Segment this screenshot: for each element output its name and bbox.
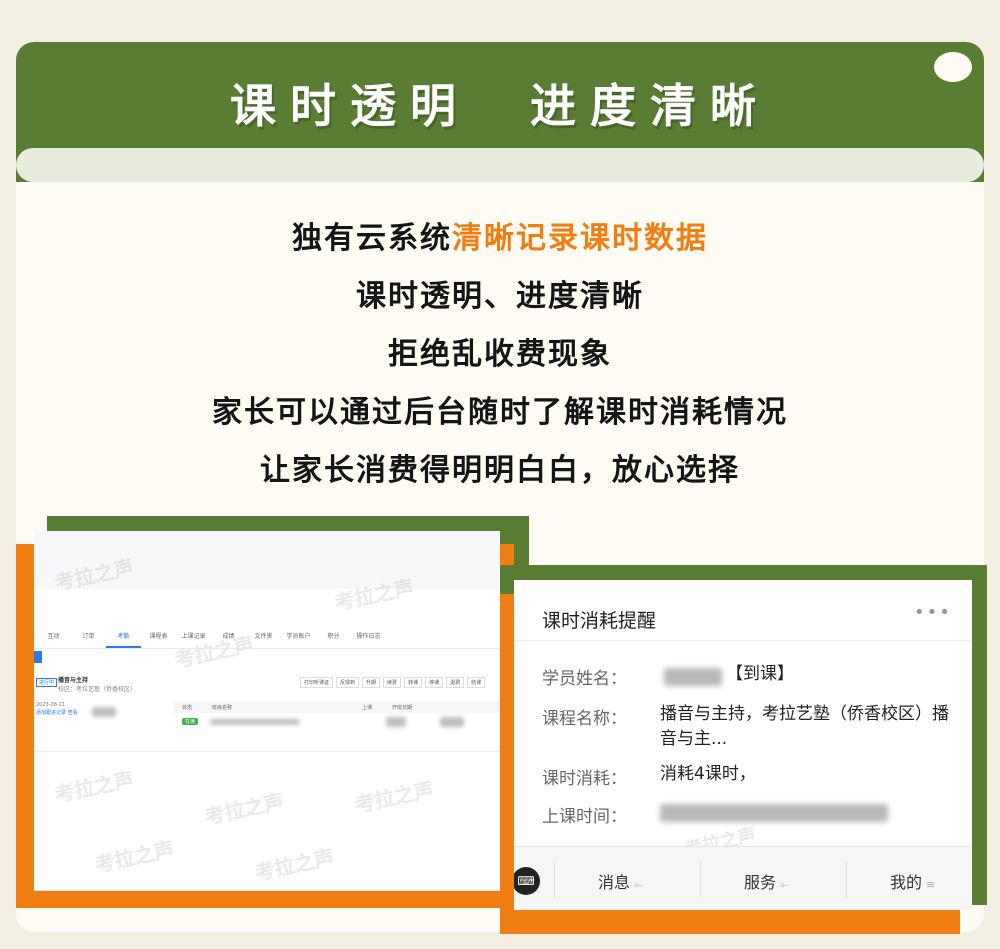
link-icon: ⟜: [634, 878, 643, 891]
bottom-tab-bar: ⌨ 消息 ⟜ 服务 ⟜ 我的 ≡: [514, 846, 972, 910]
header-underline-pill: [16, 148, 984, 182]
intro-line-3: 拒绝乱收费现象: [388, 337, 612, 372]
notice-screenshot: 考拉之声 考拉之声 课时消耗提醒 ••• 学员姓名： 【到课】 课程名称： 播音…: [514, 580, 972, 910]
status-badge: 进行中: [36, 678, 58, 687]
admin-tab[interactable]: 文件夹: [246, 631, 281, 648]
tab-services-label: 服务: [744, 873, 777, 892]
divider: [34, 751, 500, 752]
course-title: 播音与主持: [58, 677, 89, 684]
divider: [514, 640, 972, 641]
intro-line-1-prefix: 独有云系统: [292, 221, 452, 256]
intro-line-2: 课时透明、进度清晰: [356, 279, 644, 314]
blurred-class-time: [660, 804, 888, 822]
intro-text: 独有云系统清晰记录课时数据 课时透明、进度清晰 拒绝乱收费现象 家长可以通过后台…: [16, 210, 984, 500]
tab-messages-label: 消息: [598, 873, 631, 892]
watermark: 考拉之声: [202, 788, 286, 830]
tab-divider: [700, 861, 701, 897]
action-button[interactable]: 反馈到: [336, 677, 360, 688]
action-button[interactable]: 停课: [425, 677, 444, 688]
watermark: 考拉之声: [52, 766, 136, 808]
view-link[interactable]: 查看: [68, 710, 78, 716]
tab-messages[interactable]: 消息 ⟜: [598, 869, 643, 893]
keyboard-icon[interactable]: ⌨: [514, 867, 540, 895]
blurred-class-name: [210, 719, 300, 725]
student-name-label: 学员姓名：: [542, 669, 627, 689]
column-header: 状态: [182, 704, 193, 711]
tab-services[interactable]: 服务 ⟜: [744, 869, 789, 893]
menu-icon: ≡: [926, 878, 936, 891]
action-button[interactable]: 退费: [446, 677, 465, 688]
admin-screenshot: 考拉之声 考拉之声 考拉之声 考拉之声 考拉之声 考拉之声 考拉之声 考拉之声 …: [34, 531, 500, 891]
admin-tabs: 互动 订单 考勤 课程表 上课记录 成绩 文件夹 学员账户 积分 操作日志: [34, 631, 500, 649]
consume-value: 消耗4课时，: [660, 764, 756, 784]
blurred-cell: [386, 717, 406, 727]
row-status-badge: 在读: [182, 718, 199, 725]
blurred-cell: [440, 717, 464, 727]
admin-tab[interactable]: 上课记录: [176, 631, 211, 648]
class-time-label: 上课时间：: [542, 807, 627, 827]
admin-tab[interactable]: 订单: [71, 631, 106, 648]
blurred-student-name: [664, 668, 722, 686]
admin-tab[interactable]: 积分: [316, 631, 351, 648]
add-followup-link[interactable]: 添加跟进记录: [36, 710, 66, 716]
action-button[interactable]: 升期: [362, 677, 381, 688]
admin-tab-active[interactable]: 考勤: [106, 631, 141, 648]
tab-divider: [554, 861, 555, 897]
watermark: 考拉之声: [92, 836, 176, 878]
intro-line-5: 让家长消费得明明白白，放心选择: [260, 453, 740, 488]
watermark: 考拉之声: [352, 776, 436, 818]
course-subtitle: 校区：考拉艺塾（侨香校区）: [58, 686, 137, 693]
admin-tab[interactable]: 学员账户: [281, 631, 316, 648]
admin-tab[interactable]: 操作日志: [351, 631, 386, 648]
page-title: 课时透明 进度清晰: [229, 79, 771, 133]
tab-me-label: 我的: [890, 873, 923, 892]
notice-title: 课时消耗提醒: [542, 610, 657, 632]
column-header: 上课: [362, 704, 373, 711]
column-header: 开班日期: [392, 704, 413, 711]
course-name-value: 播音与主持，考拉艺塾（侨香校区）播音与主...: [660, 704, 949, 749]
admin-tab[interactable]: 课程表: [141, 631, 176, 648]
blurred-avatar: [92, 707, 116, 717]
admin-tab[interactable]: 成绩: [211, 631, 246, 648]
action-button[interactable]: 转课: [404, 677, 423, 688]
tab-divider: [846, 861, 847, 897]
link-icon: ⟜: [780, 878, 789, 891]
intro-line-1: 独有云系统清晰记录课时数据: [16, 210, 984, 268]
action-button[interactable]: 续费: [383, 677, 402, 688]
watermark: 考拉之声: [252, 844, 336, 886]
student-name-value: 【到课】: [726, 664, 794, 684]
action-button[interactable]: 打印听课证: [300, 677, 334, 688]
notice-header: 课时消耗提醒 •••: [514, 580, 972, 640]
course-name-label: 课程名称：: [542, 709, 627, 729]
table-header: 状态 班级名称 上课 开班日期: [174, 701, 500, 713]
more-icon[interactable]: •••: [914, 602, 952, 623]
admin-action-button[interactable]: [34, 651, 42, 663]
action-button[interactable]: 结课: [467, 677, 486, 688]
admin-tab[interactable]: 互动: [36, 631, 71, 648]
intro-line-1-highlight: 清晰记录课时数据: [452, 221, 708, 256]
table-row[interactable]: 在读: [174, 715, 500, 729]
consume-label: 课时消耗：: [542, 769, 627, 789]
tab-me[interactable]: 我的 ≡: [890, 869, 935, 893]
course-actions: 打印听课证 反馈到 升期 续费 转课 停课 退费 结课: [300, 677, 486, 688]
column-header: 班级名称: [212, 704, 233, 711]
intro-line-4: 家长可以通过后台随时了解课时消耗情况: [212, 395, 788, 430]
